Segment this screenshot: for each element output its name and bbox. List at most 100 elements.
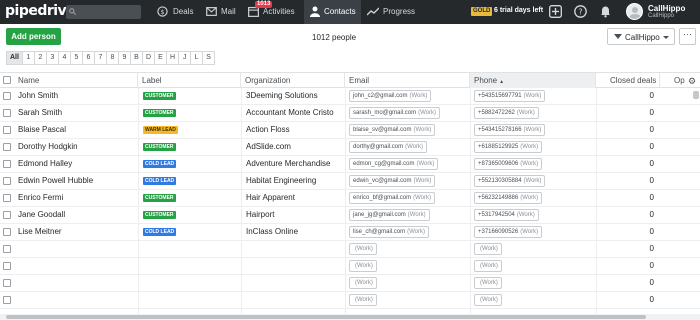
select-all-checkbox[interactable]: [3, 76, 11, 84]
nav-progress[interactable]: Progress: [363, 0, 421, 24]
alphabet-filter-item[interactable]: D: [142, 51, 156, 65]
phone-field[interactable]: +543515697791 (Work): [474, 90, 546, 102]
alphabet-filter-item[interactable]: 1: [22, 51, 35, 65]
alphabet-filter-item[interactable]: 4: [58, 51, 71, 65]
alphabet-filter-item[interactable]: All: [6, 51, 23, 65]
nav-activities[interactable]: Activities: [245, 0, 303, 24]
phone-field[interactable]: (Work): [474, 277, 502, 289]
email-field[interactable]: lise_ch@gmail.com (Work): [349, 226, 429, 238]
organization-link[interactable]: Habitat Engineering: [246, 173, 344, 190]
alphabet-filter-item[interactable]: 8: [106, 51, 119, 65]
phone-field[interactable]: +56232149886 (Work): [474, 192, 543, 204]
help-icon[interactable]: ?: [574, 5, 587, 18]
email-field[interactable]: sarash_mo@gmail.com (Work): [349, 107, 441, 119]
user-avatar[interactable]: [626, 3, 643, 20]
column-header-extra[interactable]: Op: [670, 73, 688, 88]
alphabet-filter-item[interactable]: H: [167, 51, 180, 65]
organization-link[interactable]: Action Floss: [246, 122, 344, 139]
row-checkbox[interactable]: [3, 296, 11, 304]
trial-days-text[interactable]: 6 trial days left: [494, 7, 543, 14]
person-name-link[interactable]: Edwin Powell Hubble: [18, 173, 136, 190]
row-checkbox[interactable]: [3, 262, 11, 270]
person-name-link[interactable]: Jane Goodall: [18, 207, 136, 224]
organization-link[interactable]: Accountant Monte Cristo: [246, 105, 344, 122]
organization-link[interactable]: AdSlide.com: [246, 139, 344, 156]
phone-field[interactable]: +552130305884 (Work): [474, 175, 546, 187]
row-checkbox[interactable]: [3, 143, 11, 151]
user-name[interactable]: CallHippo: [648, 4, 685, 13]
organization-link[interactable]: InClass Online: [246, 224, 344, 241]
alphabet-filter-item[interactable]: 2: [34, 51, 47, 65]
row-checkbox[interactable]: [3, 109, 11, 117]
column-header-label[interactable]: Label: [138, 73, 241, 88]
phone-field[interactable]: (Work): [474, 294, 502, 306]
row-checkbox[interactable]: [3, 194, 11, 202]
person-name-link[interactable]: Dorothy Hodgkin: [18, 139, 136, 156]
email-field[interactable]: jane_jg@gmail.com (Work): [349, 209, 430, 221]
row-checkbox[interactable]: [3, 92, 11, 100]
phone-field[interactable]: +61885129925 (Work): [474, 141, 543, 153]
person-name-link[interactable]: Sarah Smith: [18, 105, 136, 122]
alphabet-filter-item[interactable]: 7: [94, 51, 107, 65]
email-field[interactable]: edwin_vc@gmail.com (Work): [349, 175, 436, 187]
email-field[interactable]: (Work): [349, 294, 377, 306]
person-name-link[interactable]: Lise Meitner: [18, 224, 136, 241]
person-name-link[interactable]: Enrico Fermi: [18, 190, 136, 207]
row-checkbox[interactable]: [3, 160, 11, 168]
email-field[interactable]: john_c2@gmail.com (Work): [349, 90, 432, 102]
row-checkbox[interactable]: [3, 279, 11, 287]
alphabet-filter-item[interactable]: 3: [46, 51, 59, 65]
phone-field[interactable]: +5317942504 (Work): [474, 209, 539, 221]
row-checkbox[interactable]: [3, 228, 11, 236]
organization-link[interactable]: Adventure Merchandise: [246, 156, 344, 173]
phone-field[interactable]: (Work): [474, 243, 502, 255]
global-search-input[interactable]: [66, 5, 141, 19]
phone-field[interactable]: (Work): [474, 260, 502, 272]
email-field[interactable]: enrico_bf@gmail.com (Work): [349, 192, 436, 204]
alphabet-filter-item[interactable]: J: [179, 51, 192, 65]
alphabet-filter-item[interactable]: S: [203, 51, 216, 65]
row-checkbox[interactable]: [3, 126, 11, 134]
person-name-link[interactable]: Edmond Halley: [18, 156, 136, 173]
person-name-link[interactable]: John Smith: [18, 88, 136, 105]
person-name-link[interactable]: Blaise Pascal: [18, 122, 136, 139]
column-header-email[interactable]: Email: [345, 73, 470, 88]
email-field[interactable]: blaise_sv@gmail.com (Work): [349, 124, 436, 136]
alphabet-filter-item[interactable]: E: [155, 51, 168, 65]
alphabet-filter-item[interactable]: L: [191, 51, 204, 65]
row-checkbox[interactable]: [3, 177, 11, 185]
column-header-phone[interactable]: Phone ▲: [470, 73, 596, 88]
email-field[interactable]: edmon_cg@gmail.com (Work): [349, 158, 439, 170]
column-header-closed-deals[interactable]: Closed deals: [596, 73, 660, 88]
add-person-button[interactable]: Add person: [6, 28, 61, 45]
bell-icon[interactable]: [599, 5, 612, 18]
alphabet-filter-item[interactable]: 9: [118, 51, 131, 65]
gear-icon[interactable]: ⚙: [688, 76, 696, 87]
column-header-name[interactable]: Name: [14, 73, 138, 88]
row-checkbox[interactable]: [3, 245, 11, 253]
alphabet-filter-item[interactable]: B: [130, 51, 143, 65]
organization-link[interactable]: Hair Apparent: [246, 190, 344, 207]
filter-dropdown[interactable]: CallHippo: [607, 28, 675, 45]
phone-field[interactable]: +87365009606 (Work): [474, 158, 543, 170]
add-icon[interactable]: [549, 5, 562, 18]
email-field[interactable]: dorthy@gmail.com (Work): [349, 141, 427, 153]
vertical-scrollbar[interactable]: [693, 91, 699, 99]
phone-field[interactable]: +543415278166 (Work): [474, 124, 546, 136]
email-field[interactable]: (Work): [349, 260, 377, 272]
horizontal-scrollbar[interactable]: [6, 315, 646, 319]
row-checkbox[interactable]: [3, 211, 11, 219]
organization-link[interactable]: 3Deeming Solutions: [246, 88, 344, 105]
pipedrive-logo[interactable]: pipedrive: [5, 3, 76, 19]
more-options-button[interactable]: ···: [679, 28, 696, 45]
alphabet-filter-item[interactable]: 5: [70, 51, 83, 65]
nav-contacts[interactable]: Contacts: [304, 0, 361, 24]
phone-field[interactable]: +5882472262 (Work): [474, 107, 539, 119]
organization-link[interactable]: Hairport: [246, 207, 344, 224]
nav-deals[interactable]: $ Deals: [152, 0, 200, 24]
alphabet-filter-item[interactable]: 6: [82, 51, 95, 65]
column-header-organization[interactable]: Organization: [241, 73, 345, 88]
email-field[interactable]: (Work): [349, 277, 377, 289]
email-field[interactable]: (Work): [349, 243, 377, 255]
nav-mail[interactable]: Mail: [201, 0, 243, 24]
